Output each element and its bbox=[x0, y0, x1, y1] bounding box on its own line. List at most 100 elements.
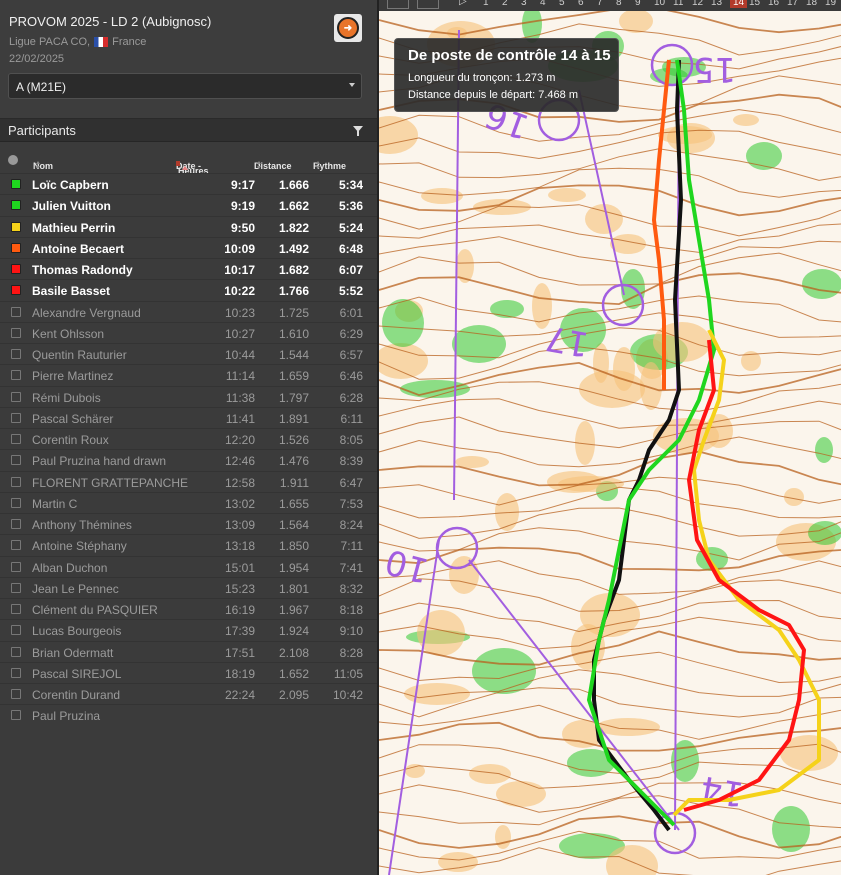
orienteering-logo-icon: ➜ bbox=[337, 17, 359, 39]
participant-checkbox[interactable] bbox=[11, 412, 21, 423]
participant-row[interactable]: Paul Pruzina hand drawn 12:46 1.476 8:39 bbox=[0, 449, 377, 470]
participant-checkbox[interactable] bbox=[11, 604, 21, 614]
participant-time: 11:14 bbox=[225, 369, 255, 384]
leg-6-button[interactable]: 6 bbox=[578, 0, 584, 8]
participant-row[interactable]: Thomas Radondy 10:17 1.682 6:07 bbox=[0, 258, 377, 279]
participant-checkbox[interactable] bbox=[11, 391, 21, 402]
participant-checkbox[interactable] bbox=[11, 327, 21, 338]
leg-9-button[interactable]: 9 bbox=[635, 0, 641, 8]
participant-row[interactable]: Antoine Stéphany 13:18 1.850 7:11 bbox=[0, 534, 377, 555]
participant-time: 13:18 bbox=[224, 539, 255, 554]
leg-4-button[interactable]: 4 bbox=[540, 0, 546, 8]
leg-11-button[interactable]: 11 bbox=[673, 0, 683, 8]
participant-pace: 5:34 bbox=[338, 178, 363, 192]
participant-checkbox[interactable] bbox=[11, 221, 21, 232]
leg-17-button[interactable]: 17 bbox=[787, 0, 798, 8]
participant-name: Brian Odermatt bbox=[32, 645, 114, 660]
participant-checkbox[interactable] bbox=[11, 689, 21, 699]
participant-checkbox[interactable] bbox=[11, 370, 21, 381]
course-select[interactable]: A (M21E) bbox=[8, 73, 362, 99]
col-hours-active[interactable]: Heures bbox=[176, 161, 209, 176]
participant-checkbox[interactable] bbox=[11, 519, 21, 529]
participant-row[interactable]: Mathieu Perrin 9:50 1.822 5:24 bbox=[0, 215, 377, 237]
leg-16-button[interactable]: 16 bbox=[768, 0, 779, 8]
participant-row[interactable]: Pascal Schärer 11:41 1.891 6:11 bbox=[0, 406, 377, 428]
participant-row[interactable]: Pascal SIREJOL 18:19 1.652 11:05 bbox=[0, 661, 377, 683]
control-flag-icon[interactable] bbox=[417, 0, 439, 9]
participant-row[interactable]: Basile Basset 10:22 1.766 5:52 bbox=[0, 279, 377, 300]
participant-checkbox[interactable] bbox=[11, 540, 21, 551]
orienteering-map[interactable]: 15 16 17 10 14 bbox=[379, 0, 841, 875]
leg-18-button[interactable]: 18 bbox=[806, 0, 817, 8]
participant-checkbox[interactable] bbox=[11, 582, 21, 593]
leg-1-button[interactable]: 1 bbox=[483, 0, 489, 8]
select-all-toggle[interactable] bbox=[8, 155, 18, 165]
participant-checkbox[interactable] bbox=[11, 434, 21, 444]
map-view[interactable]: 15 16 17 10 14 ▷ 1 2 3 4 5 6 7 8 9 10 11 12 13 14 15 16… bbox=[377, 0, 841, 875]
participant-checkbox[interactable] bbox=[11, 710, 21, 721]
participant-row[interactable]: Anthony Thémines 13:09 1.564 8:24 bbox=[0, 513, 377, 534]
participant-row[interactable]: Lucas Bourgeois 17:39 1.924 9:10 bbox=[0, 619, 377, 640]
participant-checkbox[interactable] bbox=[11, 561, 21, 572]
participant-distance: 1.797 bbox=[278, 390, 309, 405]
participant-checkbox[interactable] bbox=[11, 349, 21, 359]
participant-row[interactable]: Corentin Roux 12:20 1.526 8:05 bbox=[0, 428, 377, 449]
participant-checkbox[interactable] bbox=[11, 200, 21, 211]
participant-checkbox[interactable] bbox=[11, 455, 21, 466]
participant-checkbox[interactable] bbox=[11, 242, 21, 253]
participant-row[interactable]: Loïc Capbern 9:17 1.666 5:34 bbox=[0, 173, 377, 194]
participant-checkbox[interactable] bbox=[11, 667, 21, 678]
sort-ascending-icon bbox=[182, 166, 188, 170]
participant-row[interactable]: Brian Odermatt 17:51 2.108 8:28 bbox=[0, 640, 377, 662]
filter-icon[interactable] bbox=[353, 126, 363, 136]
leg-5-button[interactable]: 5 bbox=[559, 0, 565, 8]
leg-8-button[interactable]: 8 bbox=[616, 0, 622, 8]
leg-12-button[interactable]: 12 bbox=[692, 0, 703, 8]
participant-row[interactable]: Alexandre Vergnaud 10:23 1.725 6:01 bbox=[0, 300, 377, 322]
participant-name: Anthony Thémines bbox=[32, 518, 132, 532]
leg-19-button[interactable]: 19 bbox=[825, 0, 836, 8]
participant-row[interactable]: Quentin Rauturier 10:44 1.544 6:57 bbox=[0, 343, 377, 364]
participant-row[interactable]: Clément du PASQUIER 16:19 1.967 8:18 bbox=[0, 598, 377, 619]
leg-10-button[interactable]: 10 bbox=[654, 0, 665, 8]
event-header: PROVOM 2025 - LD 2 (Aubignosc) Ligue PAC… bbox=[0, 0, 377, 118]
open-area bbox=[469, 764, 511, 784]
participant-checkbox[interactable] bbox=[11, 646, 21, 657]
organizer-name: Ligue PACA CO, bbox=[9, 36, 91, 48]
participant-name: Quentin Rauturier bbox=[32, 348, 127, 362]
participant-distance: 1.911 bbox=[279, 475, 309, 490]
leg-15-button[interactable]: 15 bbox=[749, 0, 760, 8]
leg-13-button[interactable]: 13 bbox=[711, 0, 722, 8]
participant-row[interactable]: Jean Le Pennec 15:23 1.801 8:32 bbox=[0, 576, 377, 598]
leg-3-button[interactable]: 3 bbox=[521, 0, 527, 8]
leg-14-button[interactable]: 14 bbox=[730, 0, 748, 8]
prev-button[interactable] bbox=[387, 0, 409, 9]
participant-row[interactable]: Kent Ohlsson 10:27 1.610 6:29 bbox=[0, 321, 377, 343]
event-title: PROVOM 2025 - LD 2 (Aubignosc) bbox=[9, 14, 212, 29]
participant-row[interactable]: Paul Pruzina bbox=[0, 704, 377, 725]
participant-row[interactable]: Julien Vuitton 9:19 1.662 5:36 bbox=[0, 194, 377, 215]
participant-checkbox[interactable] bbox=[11, 306, 21, 317]
play-icon[interactable]: ▷ bbox=[459, 0, 467, 7]
participant-checkbox[interactable] bbox=[11, 497, 21, 508]
participant-row[interactable]: Corentin Durand 22:24 2.095 10:42 bbox=[0, 683, 377, 704]
participant-checkbox[interactable] bbox=[11, 285, 21, 296]
participant-row[interactable]: Antoine Becaert 10:09 1.492 6:48 bbox=[0, 236, 377, 258]
participant-checkbox[interactable] bbox=[11, 476, 21, 487]
course-select-value: A (M21E) bbox=[16, 80, 67, 94]
participant-checkbox[interactable] bbox=[11, 625, 21, 636]
participant-time: 18:19 bbox=[224, 666, 255, 681]
participant-row[interactable]: FLORENT GRATTEPANCHE 12:58 1.911 6:47 bbox=[0, 470, 377, 492]
leg-2-button[interactable]: 2 bbox=[502, 0, 508, 8]
participant-checkbox[interactable] bbox=[11, 264, 21, 274]
participant-row[interactable]: Alban Duchon 15:01 1.954 7:41 bbox=[0, 555, 377, 577]
participant-checkbox[interactable] bbox=[11, 179, 21, 189]
participant-row[interactable]: Rémi Dubois 11:38 1.797 6:28 bbox=[0, 385, 377, 407]
open-area bbox=[596, 718, 660, 736]
leg-7-button[interactable]: 7 bbox=[597, 0, 603, 8]
participant-distance: 1.822 bbox=[278, 220, 309, 235]
participant-row[interactable]: Pierre Martinez 11:14 1.659 6:46 bbox=[0, 364, 377, 385]
participant-distance: 1.954 bbox=[278, 560, 309, 575]
participant-pace: 8:05 bbox=[339, 433, 363, 447]
participant-row[interactable]: Martin C 13:02 1.655 7:53 bbox=[0, 491, 377, 513]
